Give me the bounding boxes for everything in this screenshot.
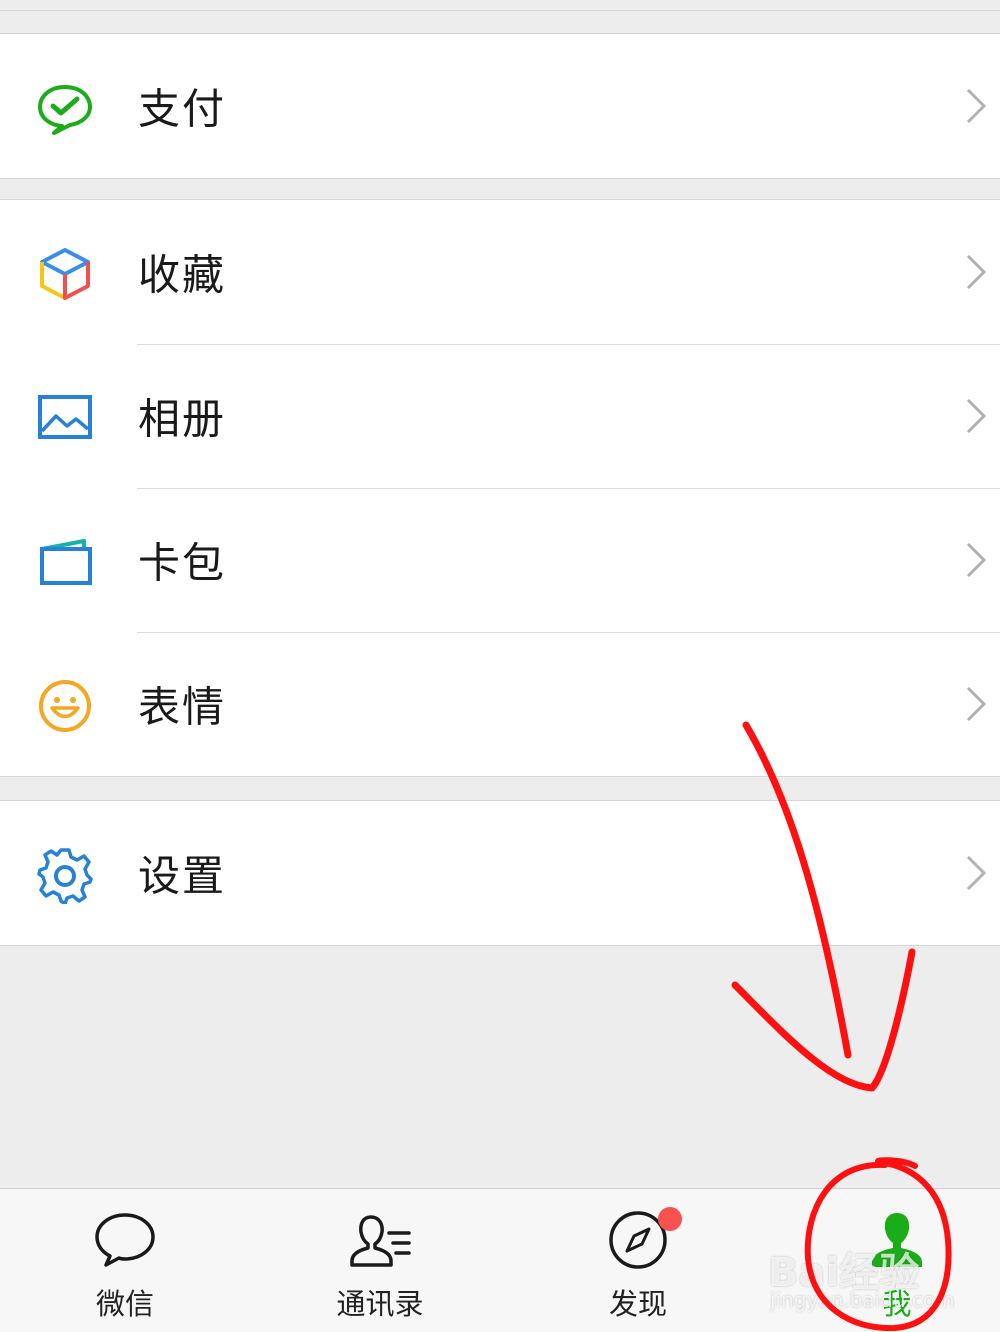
tab-label-contacts: 通讯录 [336,1287,424,1321]
tab-discover[interactable]: 发现 [513,1189,763,1332]
features-group: 收藏 相册 卡包 表情 [0,199,1000,777]
chevron-right-icon [966,254,987,290]
wechat-pay-icon [38,85,92,135]
menu-item-stickers[interactable]: 表情 [0,632,1000,776]
menu-item-pay[interactable]: 支付 [0,34,1000,178]
discover-badge [658,1207,682,1231]
gear-icon [37,848,93,904]
chevron-right-icon [966,855,987,891]
chevron-right-icon [966,88,987,124]
contacts-icon [350,1215,411,1267]
watermark-url: jingyan.baidu.com [770,1288,955,1312]
chevron-right-icon [966,686,987,722]
chat-bubble-icon [95,1213,155,1267]
tab-label-discover: 发现 [608,1287,667,1321]
menu-label-cards: 卡包 [138,538,227,588]
menu-label-stickers: 表情 [138,682,227,732]
top-divider [0,10,1000,11]
menu-item-cards[interactable]: 卡包 [0,488,1000,632]
chevron-right-icon [966,398,987,434]
menu-label-album: 相册 [138,394,227,444]
menu-item-favorites[interactable]: 收藏 [0,200,1000,344]
menu-label-settings: 设置 [138,851,227,901]
smiley-icon [39,680,91,732]
tab-label-chats: 微信 [95,1287,154,1321]
menu-item-settings[interactable]: 设置 [0,801,1000,945]
menu-label-pay: 支付 [138,84,227,134]
tab-chats[interactable]: 微信 [0,1189,250,1332]
wallet-icon [40,539,92,585]
chevron-right-icon [966,542,987,578]
menu-item-album[interactable]: 相册 [0,344,1000,488]
pay-group: 支付 [0,33,1000,179]
tab-contacts[interactable]: 通讯录 [255,1189,505,1332]
annotation-arrow-head [731,948,916,1092]
cube-icon [40,248,90,300]
settings-group: 设置 [0,800,1000,946]
picture-icon [38,395,92,439]
menu-label-favorites: 收藏 [138,250,227,300]
